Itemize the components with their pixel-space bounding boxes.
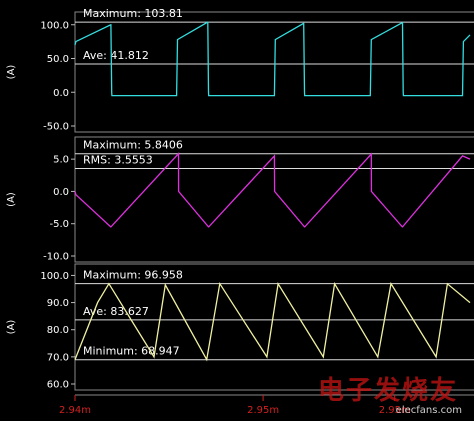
y-tick-label: 60.0 [47, 380, 69, 391]
chart-panel-1: 100.0 50.0 0.0 -50.0 (A) Maximum: 103.81 Ave: … [6, 7, 474, 133]
y-axis-label: (A) [6, 320, 17, 335]
y-tick-label: -50.0 [43, 122, 69, 133]
measurement-label: Ave: 41.812 [83, 49, 149, 62]
y-tick-label: 80.0 [47, 325, 69, 336]
y-axis-label: (A) [6, 192, 17, 207]
chart-panel-2: 5.0 0.0 -5.0 -10.0 (A) Maximum: 5.8406RMS: 3.… [6, 136, 474, 263]
y-tick-label: 5.0 [53, 155, 69, 166]
measurement-label: Maximum: 96.958 [83, 269, 183, 282]
y-tick-label: 50.0 [47, 54, 69, 65]
y-tick-label: 90.0 [47, 298, 69, 309]
chart-panel-3: 100.090.080.070.060.0(A)Maximum: 96.958A… [6, 263, 474, 391]
measurement-label: RMS: 3.5553 [83, 153, 153, 166]
measurement-label: Maximum: 5.8406 [83, 139, 183, 152]
y-tick-label: -5.0 [49, 219, 69, 230]
y-tick-label: 100.0 [40, 20, 69, 31]
measurement-label: Maximum: 103.81 [83, 7, 183, 20]
y-tick-label: 70.0 [47, 352, 69, 363]
y-tick-label: 0.0 [53, 187, 69, 198]
y-tick-label: -10.0 [43, 252, 69, 263]
oscilloscope-chart: 100.0 50.0 0.0 -50.0 (A) Maximum: 103.81 Ave: … [6, 7, 474, 416]
y-tick-label: 0.0 [53, 88, 69, 99]
x-axis: 2.94m 2.95m 2.95m [59, 394, 474, 416]
x-tick-label: 2.95m [247, 405, 279, 416]
x-tick-label: 2.94m [59, 405, 91, 416]
y-tick-label: 100.0 [40, 271, 69, 282]
measurement-label: Minimum: 68.947 [83, 345, 180, 358]
x-tick-label: 2.95m [379, 405, 411, 416]
y-axis-label: (A) [6, 65, 17, 80]
